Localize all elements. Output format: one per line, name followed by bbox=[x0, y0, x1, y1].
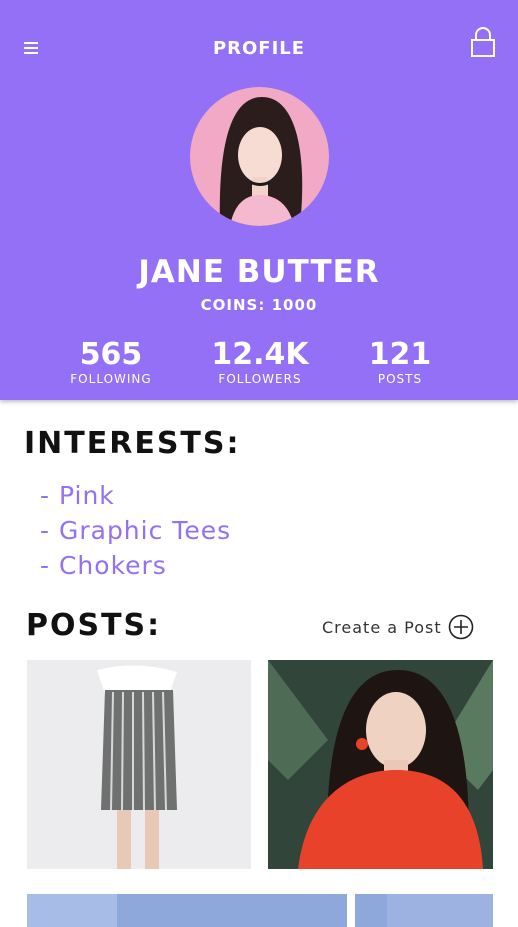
stat-following[interactable]: 565 FOLLOWING bbox=[56, 337, 166, 387]
profile-name: JANE BUTTER bbox=[138, 254, 380, 290]
posts-count: 121 bbox=[368, 337, 432, 372]
followers-count: 12.4K bbox=[211, 337, 309, 372]
interests-list: - Pink - Graphic Tees - Chokers bbox=[40, 478, 231, 583]
interest-item: - Chokers bbox=[40, 551, 167, 580]
post-thumbnail[interactable] bbox=[27, 894, 493, 927]
interests-heading: INTERESTS: bbox=[24, 426, 241, 461]
posts-heading: POSTS: bbox=[26, 608, 162, 643]
posts-label: POSTS bbox=[377, 372, 423, 386]
page-title: PROFILE bbox=[212, 38, 306, 59]
lock-icon[interactable] bbox=[470, 26, 496, 58]
post-thumbnail[interactable] bbox=[27, 660, 251, 869]
interest-item: - Graphic Tees bbox=[40, 516, 232, 545]
stat-followers[interactable]: 12.4K FOLLOWERS bbox=[200, 337, 320, 387]
profile-header: PROFILE JANE BUTTER COINS: 1000 565 FOLL… bbox=[0, 0, 518, 400]
following-count: 565 bbox=[79, 337, 143, 372]
followers-label: FOLLOWERS bbox=[218, 372, 302, 386]
create-post-button[interactable]: Create a Post bbox=[322, 613, 474, 641]
interest-item: - Pink bbox=[40, 481, 115, 510]
coins-count: COINS: 1000 bbox=[200, 296, 318, 314]
plus-circle-icon[interactable] bbox=[448, 614, 474, 640]
stat-posts[interactable]: 121 POSTS bbox=[356, 337, 444, 387]
following-label: FOLLOWING bbox=[70, 372, 152, 386]
post-thumbnail[interactable] bbox=[268, 660, 493, 869]
create-post-label: Create a Post bbox=[322, 617, 442, 637]
avatar[interactable] bbox=[190, 87, 329, 226]
